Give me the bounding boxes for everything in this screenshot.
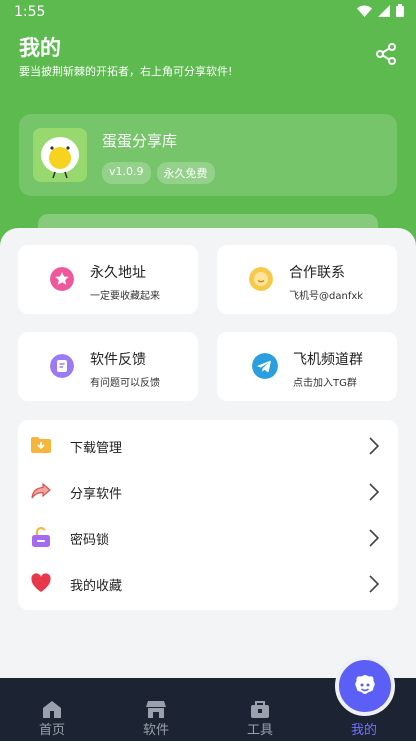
lock-icon <box>32 526 50 547</box>
nav-home[interactable]: 首页 <box>0 678 104 741</box>
status-bar: 1:55 <box>0 0 416 26</box>
free-badge: 永久免费 <box>156 162 215 184</box>
tile-permanent-address[interactable]: 永久地址 一定要收藏起来 <box>18 245 198 314</box>
nav-tools[interactable]: 工具 <box>208 678 312 741</box>
heart-icon <box>31 573 51 592</box>
tile-title: 软件反馈 <box>90 352 146 368</box>
chevron-right-icon <box>369 575 380 593</box>
chevron-right-icon <box>369 529 380 547</box>
tile-telegram-channel[interactable]: 飞机频道群 点击加入TG群 <box>217 332 397 401</box>
menu-item-password-lock[interactable]: 密码锁 <box>18 514 398 560</box>
menu-item-label: 密码锁 <box>70 533 110 548</box>
tile-subtitle: 点击加入TG群 <box>293 378 357 389</box>
home-icon <box>43 701 61 718</box>
menu-item-label: 分享软件 <box>70 487 123 502</box>
wifi-icon <box>357 5 372 17</box>
page-title: 我的 <box>19 36 61 60</box>
profile-icon <box>355 675 375 694</box>
signal-icon <box>378 4 390 17</box>
profile-fab-button[interactable] <box>335 656 395 716</box>
tile-subtitle: 飞机号@danfxk <box>289 291 364 302</box>
download-folder-icon <box>31 437 51 453</box>
nav-software[interactable]: 软件 <box>104 678 208 741</box>
app-logo <box>33 128 87 182</box>
battery-icon <box>396 4 404 17</box>
tile-subtitle: 一定要收藏起来 <box>90 291 160 302</box>
smile-icon <box>249 267 273 291</box>
toolbox-icon <box>251 701 269 718</box>
nav-label: 我的 <box>350 723 377 738</box>
telegram-icon <box>252 353 278 379</box>
tile-title: 合作联系 <box>289 265 345 281</box>
menu-item-download-manager[interactable]: 下载管理 <box>18 422 398 468</box>
share-arrow-icon <box>31 482 51 499</box>
menu-item-label: 下载管理 <box>70 441 123 456</box>
tile-cooperation-contact[interactable]: 合作联系 飞机号@danfxk <box>217 245 397 314</box>
status-time: 1:55 <box>14 4 46 20</box>
nav-label: 软件 <box>142 723 169 738</box>
share-icon[interactable] <box>374 42 398 66</box>
app-info-card: 蛋蛋分享库 v1.0.9 永久免费 <box>19 114 397 196</box>
chevron-right-icon <box>369 483 380 501</box>
menu-list: 下载管理 分享软件 密码锁 我的收藏 <box>18 420 398 610</box>
feedback-icon <box>50 354 74 378</box>
tile-subtitle: 有问题可以反馈 <box>90 378 160 389</box>
app-name: 蛋蛋分享库 <box>102 132 178 150</box>
tile-feedback[interactable]: 软件反馈 有问题可以反馈 <box>18 332 198 401</box>
menu-item-share-software[interactable]: 分享软件 <box>18 468 398 514</box>
status-icons <box>357 4 404 17</box>
page-subtitle: 要当披荆斩棘的开拓者，右上角可分享软件! <box>19 65 233 78</box>
chevron-right-icon <box>369 437 380 455</box>
tile-title: 永久地址 <box>90 265 146 281</box>
tile-title: 飞机频道群 <box>293 352 363 368</box>
nav-label: 工具 <box>246 723 273 738</box>
menu-item-label: 我的收藏 <box>70 579 123 594</box>
menu-item-my-favorites[interactable]: 我的收藏 <box>18 560 398 606</box>
store-icon <box>146 701 166 718</box>
nav-label: 首页 <box>38 723 65 738</box>
version-badge: v1.0.9 <box>102 162 151 184</box>
star-icon <box>50 267 74 291</box>
